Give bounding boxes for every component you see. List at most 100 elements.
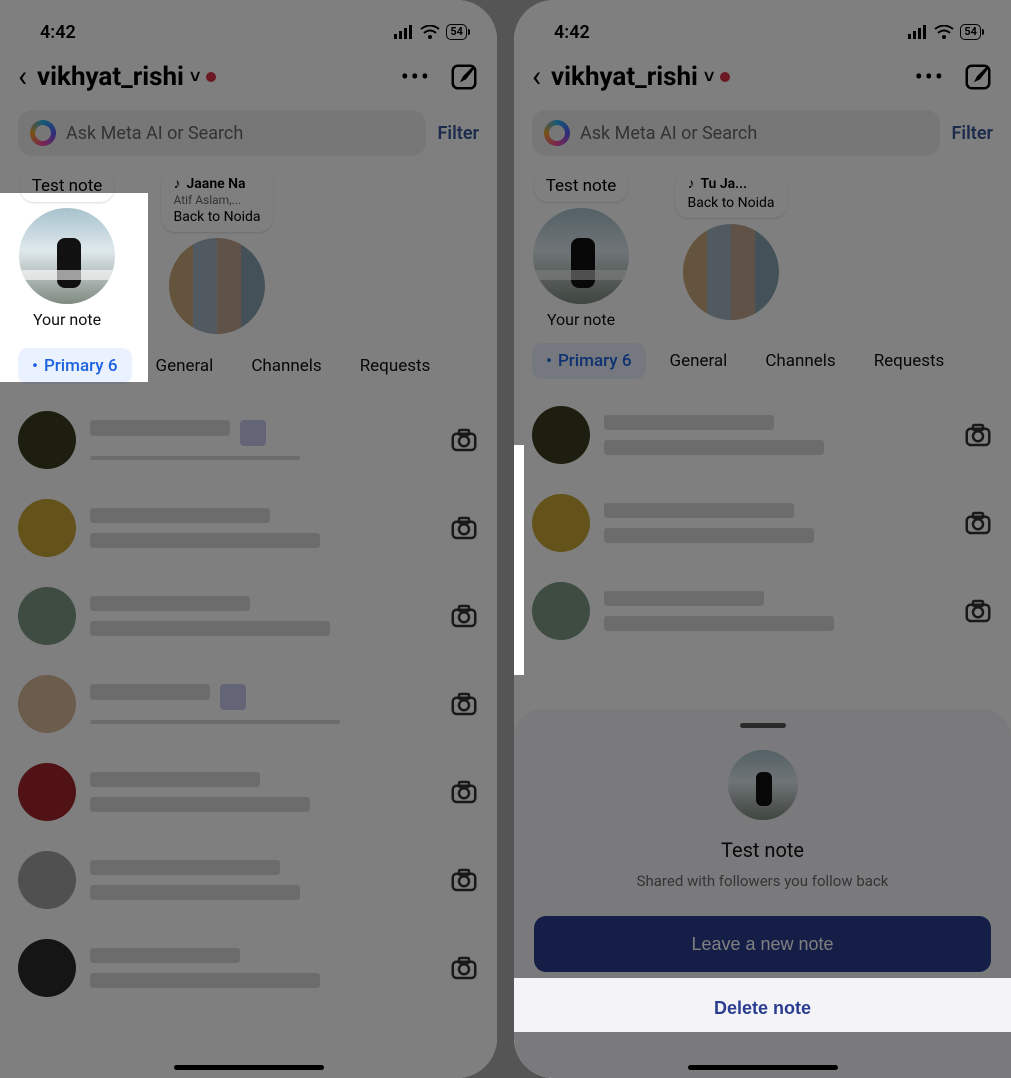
- camera-icon[interactable]: [449, 777, 479, 807]
- avatar: [19, 208, 115, 304]
- music-wave-icon: ♪: [173, 176, 180, 193]
- note-sheet: Test note Shared with followers you foll…: [514, 709, 1011, 1078]
- note-label: Your note: [547, 310, 615, 329]
- friend-note[interactable]: ♪Tu Ja... Back to Noida: [666, 170, 796, 320]
- tab-requests[interactable]: Requests: [346, 348, 445, 384]
- filter-button[interactable]: Filter: [952, 123, 993, 144]
- chat-text: [90, 772, 435, 812]
- camera-icon[interactable]: [449, 865, 479, 895]
- chat-row[interactable]: [18, 836, 479, 924]
- camera-icon[interactable]: [449, 601, 479, 631]
- tab-primary[interactable]: •Primary 6: [18, 348, 132, 384]
- chat-row[interactable]: [18, 484, 479, 572]
- chevron-down-icon: ˅: [190, 67, 201, 88]
- status-icons: 54: [908, 24, 981, 40]
- meta-ai-icon: [544, 120, 570, 146]
- notes-row: Test note Your note ♪Jaane Na Atif Aslam…: [0, 170, 497, 348]
- chat-row[interactable]: [532, 479, 993, 567]
- music-wave-icon: ♪: [687, 176, 694, 193]
- compose-icon[interactable]: [449, 62, 479, 92]
- compose-icon[interactable]: [963, 62, 993, 92]
- screenshot-left: 4:42 54 ‹ vikhyat_rishi ˅ ••• Ask Meta A…: [0, 0, 497, 1078]
- account-switcher[interactable]: vikhyat_rishi ˅: [37, 62, 383, 92]
- avatar: [18, 587, 76, 645]
- note-label: Your note: [33, 310, 101, 329]
- chat-row[interactable]: [18, 396, 479, 484]
- chat-row[interactable]: [18, 924, 479, 1012]
- battery-icon: 54: [960, 24, 981, 40]
- status-time: 4:42: [40, 22, 76, 43]
- wifi-icon: [934, 25, 954, 39]
- username-text: vikhyat_rishi: [37, 62, 184, 92]
- camera-icon[interactable]: [449, 953, 479, 983]
- chat-row[interactable]: [532, 567, 993, 655]
- avatar: [169, 238, 265, 334]
- sheet-grabber-icon[interactable]: [740, 723, 786, 728]
- notification-dot-icon: [206, 72, 216, 82]
- avatar: [532, 582, 590, 640]
- avatar: [18, 939, 76, 997]
- status-bar: 4:42 54: [0, 0, 497, 54]
- chat-text: [90, 684, 435, 724]
- camera-icon[interactable]: [449, 689, 479, 719]
- battery-icon: 54: [446, 24, 467, 40]
- plus-icon: [10, 216, 24, 230]
- chat-text: [90, 948, 435, 988]
- tab-general[interactable]: General: [142, 348, 228, 384]
- chat-row[interactable]: [18, 660, 479, 748]
- chat-text: [90, 596, 435, 636]
- status-icons: 54: [394, 24, 467, 40]
- note-caption: Back to Noida: [173, 209, 260, 226]
- tab-general[interactable]: General: [656, 343, 742, 379]
- avatar: [683, 224, 779, 320]
- your-note[interactable]: Test note Your note: [516, 170, 646, 329]
- avatar: [532, 494, 590, 552]
- dm-header: ‹ vikhyat_rishi ˅ •••: [0, 54, 497, 110]
- screenshot-right: 4:42 54 ‹ vikhyat_rishi ˅ ••• Ask Meta A…: [514, 0, 1011, 1078]
- chat-text: [90, 508, 435, 548]
- chat-text: [90, 860, 435, 900]
- leave-new-note-button[interactable]: Leave a new note: [534, 916, 991, 972]
- search-input[interactable]: Ask Meta AI or Search: [18, 110, 426, 156]
- tab-channels[interactable]: Channels: [237, 348, 335, 384]
- notes-row: Test note Your note ♪Tu Ja... Back to No…: [514, 170, 1011, 343]
- camera-icon[interactable]: [449, 425, 479, 455]
- search-row: Ask Meta AI or Search Filter: [0, 110, 497, 170]
- camera-icon[interactable]: [963, 420, 993, 450]
- back-icon[interactable]: ‹: [18, 62, 27, 92]
- dm-header: ‹ vikhyat_rishi ˅ •••: [514, 54, 1011, 110]
- chat-row[interactable]: [18, 748, 479, 836]
- search-input[interactable]: Ask Meta AI or Search: [532, 110, 940, 156]
- camera-icon[interactable]: [963, 508, 993, 538]
- note-caption: Back to Noida: [687, 195, 774, 212]
- back-icon[interactable]: ‹: [532, 62, 541, 92]
- more-icon[interactable]: •••: [393, 63, 439, 91]
- friend-note[interactable]: ♪Jaane Na Atif Aslam,... Back to Noida: [152, 170, 282, 334]
- account-switcher[interactable]: vikhyat_rishi ˅: [551, 62, 897, 92]
- sheet-title: Test note: [721, 838, 804, 862]
- your-note[interactable]: Test note Your note: [2, 170, 132, 329]
- chat-row[interactable]: [18, 572, 479, 660]
- search-placeholder: Ask Meta AI or Search: [66, 123, 243, 144]
- more-icon[interactable]: •••: [907, 63, 953, 91]
- delete-note-button[interactable]: Delete note: [534, 980, 991, 1036]
- cellular-icon: [394, 25, 414, 39]
- wifi-icon: [420, 25, 440, 39]
- chat-row[interactable]: [532, 391, 993, 479]
- chat-text: [604, 503, 949, 543]
- song-title: Jaane Na: [186, 176, 245, 193]
- note-bubble: Test note: [534, 170, 629, 202]
- tab-requests[interactable]: Requests: [860, 343, 959, 379]
- note-bubble-music: ♪Tu Ja... Back to Noida: [675, 170, 786, 218]
- tab-channels[interactable]: Channels: [751, 343, 849, 379]
- tab-primary[interactable]: •Primary 6: [532, 343, 646, 379]
- home-indicator: [688, 1065, 838, 1070]
- filter-button[interactable]: Filter: [438, 123, 479, 144]
- meta-ai-icon: [30, 120, 56, 146]
- camera-icon[interactable]: [449, 513, 479, 543]
- status-time: 4:42: [554, 22, 590, 43]
- inbox-tabs: •Primary 6 General Channels Requests: [0, 348, 497, 396]
- camera-icon[interactable]: [963, 596, 993, 626]
- search-row: Ask Meta AI or Search Filter: [514, 110, 1011, 170]
- avatar: [532, 406, 590, 464]
